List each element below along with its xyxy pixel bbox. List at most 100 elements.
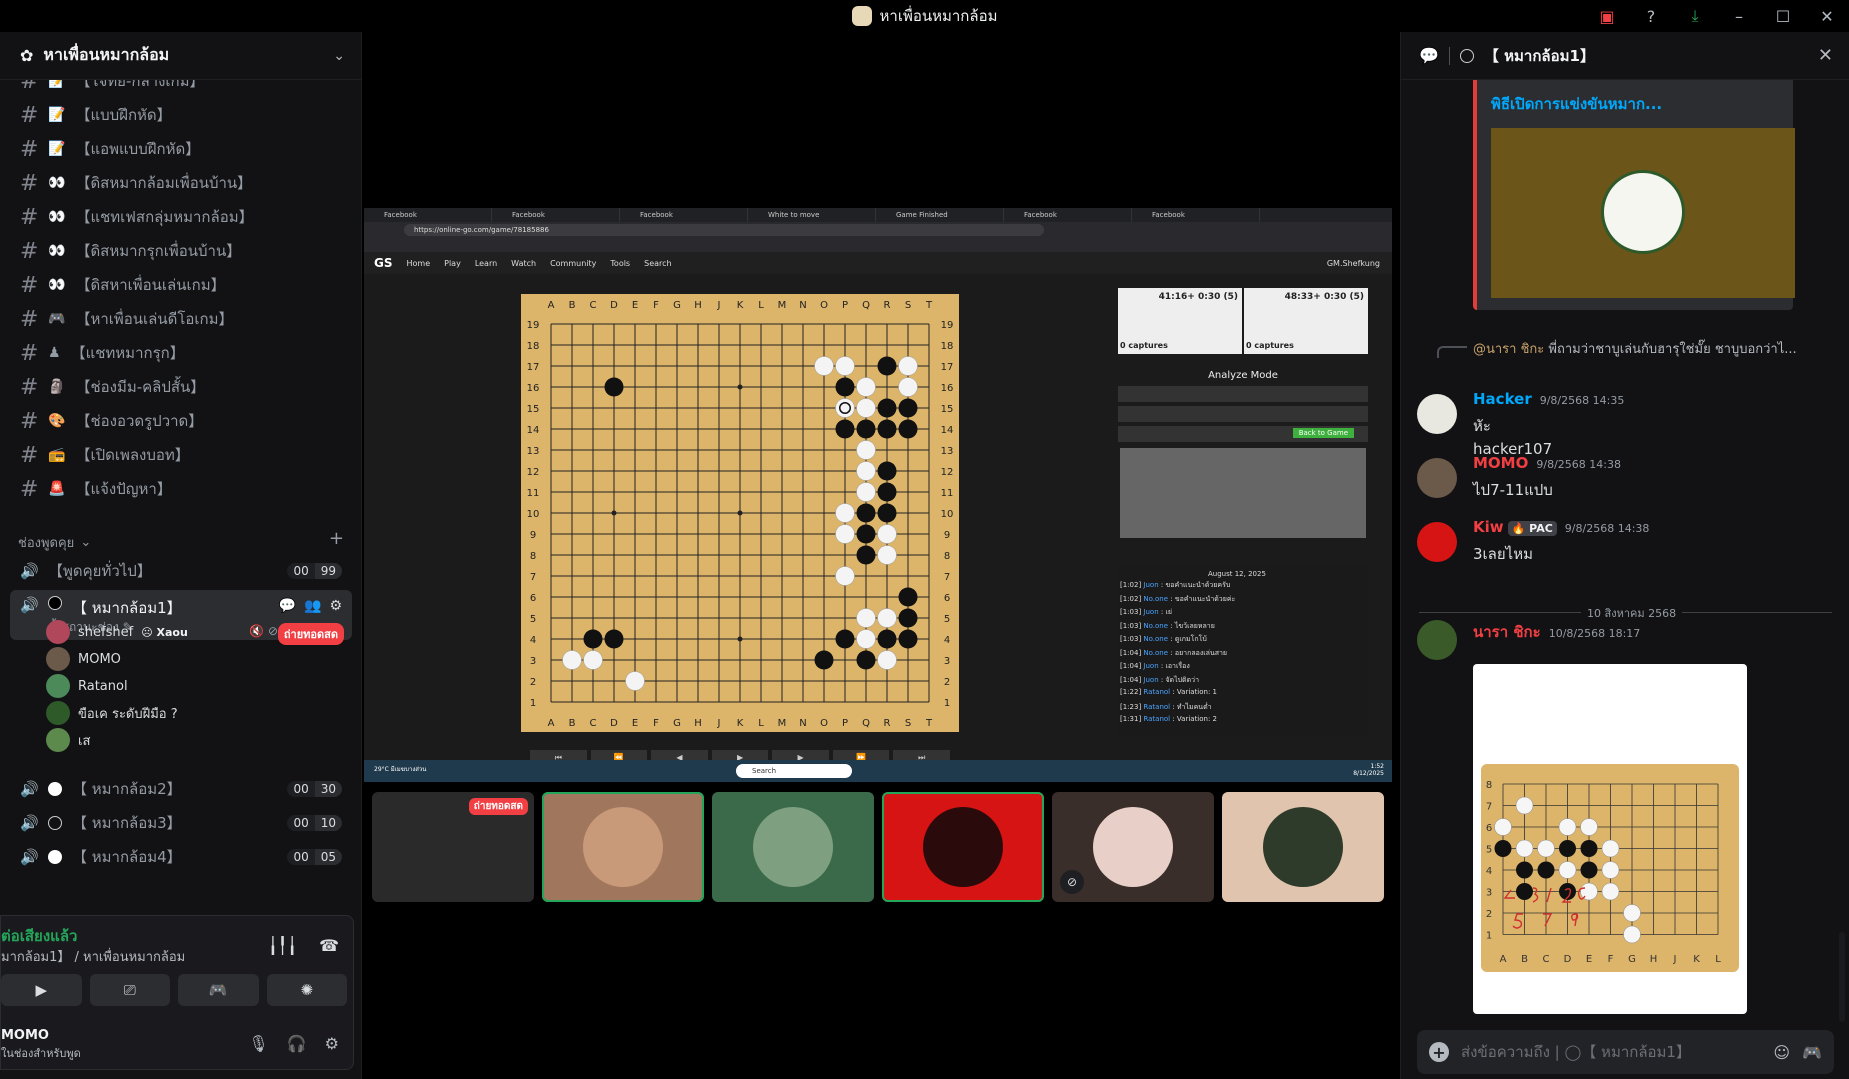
voice-member[interactable]: shefshef ☹ Xaou (46, 618, 188, 646)
chat-bubble-icon[interactable]: 💬 (279, 598, 296, 614)
close-icon[interactable]: ✕ (1818, 45, 1833, 66)
chat-msg: : ขอคำแนะนำด้วยครับ (1158, 581, 1231, 589)
white-stone (856, 629, 876, 649)
voice-member[interactable]: ขือเค ระดับฝีมือ ? (46, 699, 178, 727)
participant-tile[interactable] (1222, 792, 1384, 902)
date-divider: 10 สิงหาคม 2568 (1419, 604, 1832, 622)
ogs-nav-item: Community (550, 258, 597, 268)
user-limit: 99 (314, 563, 342, 579)
soundboard-button[interactable]: ✺ (266, 974, 347, 1006)
embed-title[interactable]: พิธีเปิดการแข่งขันหมาก... (1491, 92, 1662, 116)
row-label: 15 (527, 404, 540, 415)
link-embed[interactable]: พิธีเปิดการแข่งขันหมาก... (1473, 80, 1795, 310)
inbox-alert-icon[interactable]: ▣ (1585, 0, 1629, 32)
message-author[interactable]: Hacker 9/8/2568 14:35 (1473, 390, 1624, 408)
minimize-icon[interactable]: – (1717, 0, 1761, 32)
participant-tile[interactable] (712, 792, 874, 902)
settings-gear-icon[interactable]: ⚙ (329, 598, 342, 614)
channel-emoji: 📝 (48, 141, 66, 157)
chat-user: Juon (1143, 581, 1159, 589)
invite-icon[interactable]: 👥 (304, 598, 321, 614)
voice-section-header[interactable]: ช่องพูดคุย ⌄ (18, 532, 91, 553)
gamepad-icon[interactable]: 🎮 (1802, 1043, 1822, 1062)
embed-thumbnail[interactable] (1491, 128, 1795, 298)
row-label: 7 (1486, 802, 1492, 813)
participant-tile[interactable] (882, 792, 1044, 902)
maximize-icon[interactable]: ☐ (1761, 0, 1805, 32)
add-channel-icon[interactable]: + (329, 528, 344, 549)
text-channel[interactable]: # 🗿 【ช่องมีม-คลิปสั้น】 (20, 372, 205, 402)
message-author[interactable]: MOMO 9/8/2568 14:38 (1473, 454, 1621, 472)
screen-share-button[interactable]: ⎚ (89, 974, 170, 1006)
text-channel[interactable]: # 👀 【แชทเฟสกลุ่มหมากล้อม】 (20, 202, 254, 232)
add-attachment-icon[interactable]: + (1429, 1042, 1449, 1062)
white-stone (835, 566, 855, 586)
text-channel[interactable]: # 👀 【ดิสหาเพื่อนเล่นเกม】 (20, 270, 226, 300)
voice-signal-icon[interactable]: ╽╿╽ (268, 936, 297, 955)
text-channel[interactable]: # ♟ 【แชทหมากรุก】 (20, 338, 185, 368)
download-icon[interactable]: ⤓ (1673, 0, 1717, 32)
black-stone (877, 503, 897, 523)
headphones-icon[interactable]: 🎧 (287, 1034, 307, 1053)
screen-share-icon: ⎚ (123, 981, 136, 999)
attached-image[interactable]: A B C D E F G H J K L 8 7 6 5 4 3 2 1 (1473, 664, 1747, 1014)
text-channel[interactable]: # 📝 【โจทย์-กลางเกม】 (20, 80, 205, 96)
browser-tab: Facebook (620, 208, 748, 222)
voice-channel[interactable]: 🔊 【พูดคุยทั่วไป】 00 99 (10, 556, 352, 586)
voice-text-chat: 💬 【 หมากล้อม1】 ✕ พิธีเปิดการแข่งขันหมาก.… (1400, 32, 1849, 1079)
reply-preview[interactable]: @นารา ชิกะ พี่ถามว่าชาบูเล่นกับฮารุใช่มั… (1473, 338, 1833, 359)
emoji-icon[interactable]: ☺ (1773, 1043, 1790, 1062)
microphone-icon[interactable]: 🎙 (248, 1034, 268, 1053)
avatar[interactable] (1417, 458, 1457, 498)
chat-scrollbar[interactable] (1839, 932, 1845, 1022)
server-name: หาเพื่อนหมากล้อม (43, 45, 170, 64)
message-author[interactable]: Kiw 🔥 PAC 9/8/2568 14:38 (1473, 518, 1649, 536)
text-channel[interactable]: # 🚨 【แจ้งปัญหา】 (20, 474, 172, 504)
message-input[interactable]: ส่งข้อความถึง | ◯【 หมากล้อม1】 (1461, 1040, 1761, 1064)
voice-member[interactable]: Ratanol (46, 672, 128, 700)
avatar[interactable] (1417, 394, 1457, 434)
column-label: O (820, 718, 828, 729)
channel-label: 【เปิดเพลงบอท】 (75, 446, 190, 464)
column-label: R (884, 718, 891, 729)
voice-member[interactable]: MOMO (46, 645, 121, 673)
voice-member[interactable]: เส (46, 726, 90, 754)
message-composer[interactable]: + ส่งข้อความถึง | ◯【 หมากล้อม1】 ☺ 🎮 (1417, 1030, 1834, 1074)
channel-status-icon (1459, 48, 1474, 63)
help-icon[interactable]: ? (1629, 0, 1673, 32)
avatar[interactable] (1417, 620, 1457, 660)
text-channel[interactable]: # 📝 【แบบฝึกหัด】 (20, 100, 172, 130)
server-header[interactable]: ✿ หาเพื่อนหมากล้อม ⌄ (0, 32, 361, 80)
chat-user: No.one (1143, 594, 1169, 603)
text-channel[interactable]: # 👀 【ดิสหมากล้อมเพื่อนบ้าน】 (20, 168, 252, 198)
close-window-icon[interactable]: ✕ (1805, 0, 1849, 32)
back-to-game-button[interactable]: Back to Game (1292, 428, 1354, 438)
voice-location[interactable]: มากล้อม1】 / หาเพื่อนหมากล้อม (1, 946, 185, 967)
activity-button[interactable]: 🎮 (178, 974, 259, 1006)
reply-mention[interactable]: @นารา ชิกะ (1473, 342, 1544, 357)
chevron-down-icon[interactable]: ⌄ (333, 48, 345, 64)
voice-channel[interactable]: 🔊 【 หมากล้อม2】 00 30 (10, 774, 352, 804)
avatar[interactable] (1417, 522, 1457, 562)
white-stone (1601, 882, 1620, 901)
screen-share-tile[interactable]: ถ่ายทอดสด (372, 792, 534, 902)
text-channel[interactable]: # 📝 【แอพแบบฝึกหัด】 (20, 134, 200, 164)
voice-channel[interactable]: 🔊 【 หมากล้อม4】 00 05 (10, 842, 352, 872)
self-username[interactable]: MOMO (1, 1028, 49, 1043)
participant-tile[interactable] (542, 792, 704, 902)
ogs-nav-item: Tools (610, 258, 631, 268)
camera-button[interactable]: ▶ (1, 974, 82, 1006)
voice-channel[interactable]: 🔊 【 หมากล้อม3】 00 10 (10, 808, 352, 838)
speaker-icon: 🔊 (20, 780, 39, 798)
text-channel[interactable]: # 🎮 【หาเพื่อนเล่นดีโอเกม】 (20, 304, 234, 334)
white-stone (856, 398, 876, 418)
settings-gear-icon[interactable]: ⚙ (325, 1034, 339, 1053)
stream-screen[interactable]: Facebook Facebook Facebook White to move Gam… (364, 208, 1392, 782)
participant-tile[interactable]: ⊘ (1052, 792, 1214, 902)
message-author[interactable]: นารา ชิกะ 10/8/2568 18:17 (1473, 620, 1640, 644)
ogs-logo: GS (374, 256, 393, 270)
disconnect-icon[interactable]: ☎ (319, 936, 339, 955)
text-channel[interactable]: # 📻 【เปิดเพลงบอท】 (20, 440, 190, 470)
text-channel[interactable]: # 👀 【ดิสหมากรุกเพื่อนบ้าน】 (20, 236, 241, 266)
text-channel[interactable]: # 🎨 【ช่องอวดรูปวาด】 (20, 406, 203, 436)
